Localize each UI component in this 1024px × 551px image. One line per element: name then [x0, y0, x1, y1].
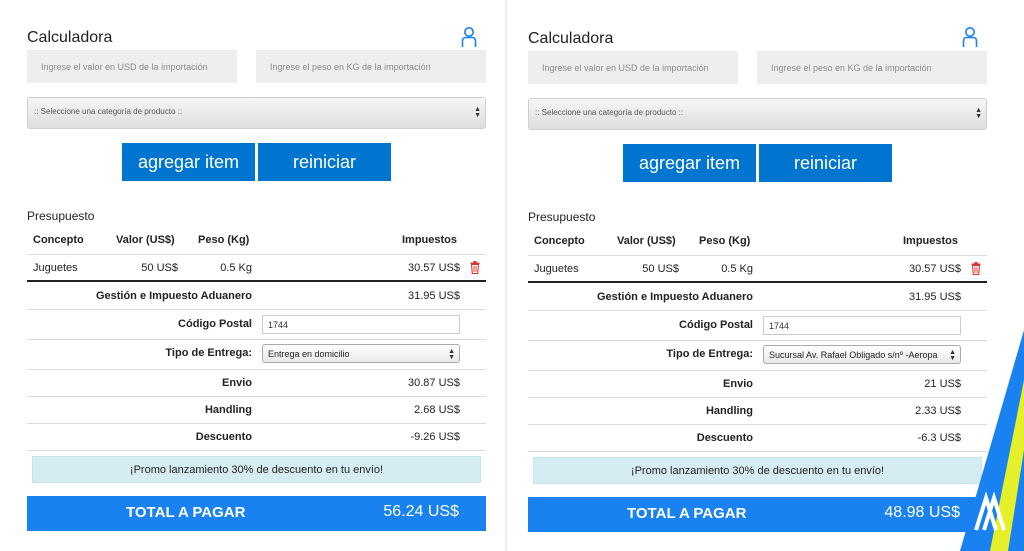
row-divider: [528, 397, 987, 398]
import-value-input[interactable]: [27, 50, 237, 83]
delivery-type-label: Tipo de Entrega:: [666, 348, 753, 360]
row-divider: [528, 451, 987, 452]
total-amount: 56.24 US$: [383, 503, 459, 520]
delivery-type-selected: Sucursal Av. Rafael Obligado s/nº -Aerop…: [769, 350, 938, 360]
customs-label: Gestión e Impuesto Aduanero: [596, 291, 753, 303]
item-weight: 0.5 Kg: [220, 262, 252, 274]
delivery-type-selected: Entrega en domicilio: [268, 349, 350, 359]
import-weight-input[interactable]: [256, 50, 486, 83]
header-value: Valor (US$): [617, 235, 676, 247]
discount-value: -6.3 US$: [917, 432, 961, 444]
promo-banner: ¡Promo lanzamiento 30% de descuento en t…: [32, 456, 481, 483]
calculator-panel-home-delivery: Calculadora :: Seleccione una categoría …: [0, 0, 505, 551]
item-rows-end-rule: [528, 281, 987, 283]
total-bar: TOTAL A PAGAR 56.24 US$: [27, 496, 486, 531]
total-bar: TOTAL A PAGAR 48.98 US$: [528, 497, 987, 532]
delivery-type-label: Tipo de Entrega:: [165, 347, 252, 359]
product-category-selected: :: Seleccione una categoría de producto …: [34, 107, 183, 116]
header-taxes: Impuestos: [903, 235, 959, 247]
calculator-title: Calculadora: [528, 30, 614, 47]
item-value: 50 US$: [642, 263, 679, 275]
budget-title: Presupuesto: [27, 209, 95, 223]
row-divider: [528, 310, 987, 311]
customs-label: Gestión e Impuesto Aduanero: [95, 290, 252, 302]
customs-value: 31.95 US$: [408, 290, 460, 302]
discount-value: -9.26 US$: [410, 431, 460, 443]
product-category-selected: :: Seleccione una categoría de producto …: [535, 108, 684, 117]
delivery-type-select[interactable]: Sucursal Av. Rafael Obligado s/nº -Aerop…: [763, 345, 961, 364]
header-taxes: Impuestos: [402, 234, 458, 246]
brand-logo-icon: [960, 330, 1024, 551]
row-divider: [27, 423, 486, 424]
product-category-select[interactable]: :: Seleccione una categoría de producto …: [27, 97, 486, 129]
header-weight: Peso (Kg): [699, 235, 751, 247]
select-arrows-icon: ▲ ▼: [474, 106, 481, 119]
user-icon[interactable]: [461, 26, 477, 48]
row-divider: [528, 340, 987, 341]
header-concept: Concepto: [33, 234, 84, 246]
trash-icon[interactable]: [971, 262, 981, 275]
shipping-value: 30.87 US$: [408, 377, 460, 389]
item-value: 50 US$: [141, 262, 178, 274]
row-divider: [528, 424, 987, 425]
select-arrows-icon: ▲ ▼: [949, 349, 956, 362]
select-arrows-icon: ▲ ▼: [975, 107, 982, 120]
header-value: Valor (US$): [116, 234, 175, 246]
item-taxes: 30.57 US$: [408, 262, 460, 274]
reset-button[interactable]: reiniciar: [759, 144, 892, 182]
shipping-value: 21 US$: [924, 378, 961, 390]
discount-label: Descuento: [195, 431, 252, 443]
zip-label: Código Postal: [679, 319, 753, 331]
calculator-title: Calculadora: [27, 29, 113, 46]
row-divider: [27, 339, 486, 340]
handling-label: Handling: [705, 405, 753, 417]
promo-banner: ¡Promo lanzamiento 30% de descuento en t…: [533, 457, 982, 484]
shipping-label: Envio: [723, 378, 753, 390]
row-divider: [27, 369, 486, 370]
total-label: TOTAL A PAGAR: [627, 505, 747, 522]
user-icon[interactable]: [962, 26, 978, 48]
table-divider: [528, 255, 987, 256]
item-taxes: 30.57 US$: [909, 263, 961, 275]
handling-label: Handling: [204, 404, 252, 416]
zip-code-input[interactable]: [763, 316, 961, 335]
total-amount: 48.98 US$: [884, 504, 960, 521]
row-divider: [27, 309, 486, 310]
item-concept: Juguetes: [33, 262, 78, 274]
total-label: TOTAL A PAGAR: [126, 504, 246, 521]
reset-button[interactable]: reiniciar: [258, 143, 391, 181]
product-category-select[interactable]: :: Seleccione una categoría de producto …: [528, 98, 987, 130]
discount-label: Descuento: [696, 432, 753, 444]
row-divider: [27, 396, 486, 397]
add-item-button[interactable]: agregar item: [122, 143, 255, 181]
handling-value: 2.68 US$: [414, 404, 460, 416]
trash-icon[interactable]: [470, 261, 480, 274]
zip-code-input[interactable]: [262, 315, 460, 334]
table-divider: [27, 254, 486, 255]
header-concept: Concepto: [534, 235, 585, 247]
budget-title: Presupuesto: [528, 210, 596, 224]
delivery-type-select[interactable]: Entrega en domicilio ▲ ▼: [262, 344, 460, 363]
row-divider: [27, 450, 486, 451]
shipping-label: Envio: [222, 377, 252, 389]
customs-value: 31.95 US$: [909, 291, 961, 303]
item-concept: Juguetes: [534, 263, 579, 275]
item-weight: 0.5 Kg: [721, 263, 753, 275]
handling-value: 2.33 US$: [915, 405, 961, 417]
zip-label: Código Postal: [178, 318, 252, 330]
row-divider: [528, 370, 987, 371]
add-item-button[interactable]: agregar item: [623, 144, 756, 182]
import-value-input[interactable]: [528, 51, 738, 84]
header-weight: Peso (Kg): [198, 234, 250, 246]
calculator-panel-branch-pickup: Calculadora :: Seleccione una categoría …: [507, 0, 1024, 551]
item-rows-end-rule: [27, 280, 486, 282]
import-weight-input[interactable]: [757, 51, 987, 84]
select-arrows-icon: ▲ ▼: [448, 348, 455, 361]
